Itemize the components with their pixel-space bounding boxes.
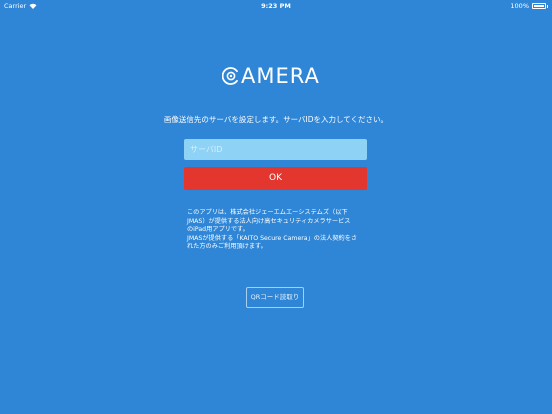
camera-lens-icon [222, 67, 238, 85]
notice-line: このアプリは、株式会社ジェーエムエーシステムズ（以下 [187, 209, 348, 216]
notice-line: れた方のみご利用頂けます。 [187, 243, 267, 251]
notice-line: JMAS）が提供する法人向け高セキュリティカメラサービス [187, 217, 351, 225]
status-bar: Carrier 9:23 PM 100% [0, 0, 552, 12]
server-id-input[interactable] [184, 139, 367, 160]
ok-button[interactable]: OK [184, 167, 367, 190]
app-logo: AMERA [222, 64, 320, 88]
status-time: 9:23 PM [261, 2, 291, 10]
battery-nub [547, 4, 548, 8]
notice-line: のiPad用アプリです。 [187, 226, 249, 234]
instruction-text: 画像送信先のサーバを設定します。サーバIDを入力してください。 [163, 115, 389, 124]
battery-icon [532, 3, 546, 9]
qr-code-scan-button[interactable]: QRコード読取り [246, 287, 304, 308]
logo-text: AMERA [241, 64, 320, 88]
battery-percent: 100% [510, 2, 529, 10]
status-right: 100% [510, 0, 548, 12]
notice-text: このアプリは、株式会社ジェーエムエーシステムズ（以下 JMAS）が提供する法人向… [187, 209, 377, 252]
